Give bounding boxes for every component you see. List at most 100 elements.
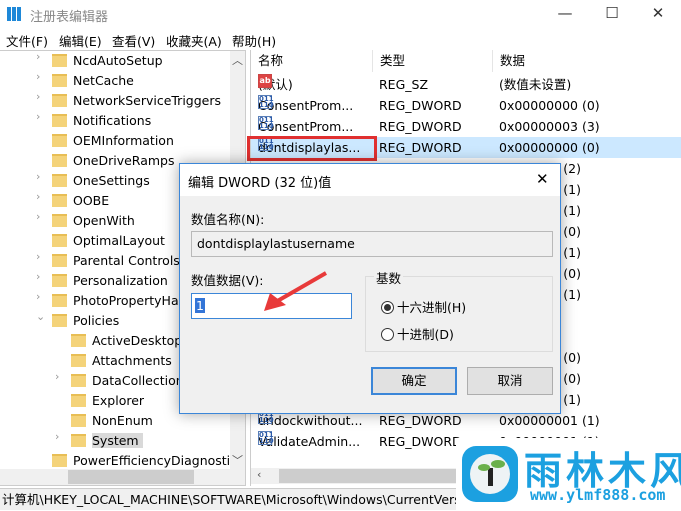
column-header-name[interactable]: 名称 xyxy=(251,50,373,72)
tree-item[interactable]: NonEnum xyxy=(71,411,153,431)
tree-item-label: DataCollection xyxy=(92,373,184,388)
watermark-url: www.ylmf888.com xyxy=(530,486,666,504)
row-data: (1) xyxy=(563,203,581,218)
folder-icon xyxy=(52,54,67,67)
folder-icon xyxy=(71,414,86,427)
hex-label: 十六进制(H) xyxy=(397,300,467,315)
dialog-close-button[interactable]: ✕ xyxy=(536,170,549,188)
value-data-text: 1 xyxy=(195,298,205,313)
dword-value-icon: 011 110 xyxy=(258,431,274,445)
row-data: 0x00000000 (0) xyxy=(499,98,600,113)
folder-icon xyxy=(71,394,86,407)
list-row[interactable]: 011 110 ConsentProm... REG_DWORD 0x00000003… xyxy=(251,116,681,137)
base-group: 基数 十六进制(H) 十进制(D) xyxy=(365,268,553,352)
tree-item[interactable]: PowerEfficiencyDiagnostics xyxy=(52,451,244,471)
tree-item-label: NetworkServiceTriggers xyxy=(73,93,222,108)
tree-horizontal-scrollbar[interactable] xyxy=(0,469,245,485)
tree-item-label: OOBE xyxy=(73,193,110,208)
tree-item[interactable]: Parental Controls xyxy=(52,251,180,271)
tree-item-label: Personalization xyxy=(73,273,168,288)
tree-item[interactable]: DataCollection xyxy=(71,371,184,391)
scroll-thumb[interactable] xyxy=(279,469,479,483)
row-type: REG_DWORD xyxy=(379,98,462,113)
tree-item-label: Attachments xyxy=(92,353,172,368)
minimize-button[interactable]: — xyxy=(550,4,580,22)
tree-item[interactable]: Notifications xyxy=(52,111,151,131)
tree-item[interactable]: Policies xyxy=(52,311,119,331)
tree-item-label: Policies xyxy=(73,313,120,328)
scroll-thumb[interactable] xyxy=(68,470,194,484)
value-name-field: dontdisplaylastusername xyxy=(191,231,553,257)
tree-item[interactable]: OpenWith xyxy=(52,211,135,231)
column-header-type[interactable]: 类型 xyxy=(373,50,493,72)
menu-help[interactable]: 帮助(H) xyxy=(232,31,276,50)
maximize-button[interactable]: ☐ xyxy=(597,4,627,22)
dword-value-icon: 011 110 xyxy=(258,95,274,109)
menu-edit[interactable]: 编辑(E) xyxy=(59,31,102,50)
folder-icon xyxy=(52,94,67,107)
cancel-button[interactable]: 取消 xyxy=(467,367,553,395)
dialog-title-bar: 编辑 DWORD (32 位)值 ✕ xyxy=(180,164,560,196)
tree-item[interactable]: OEMInformation xyxy=(52,131,174,151)
radio-unselected-icon[interactable] xyxy=(381,328,394,341)
value-name-label: 数值名称(N): xyxy=(191,212,265,227)
expand-arrow-icon[interactable]: › xyxy=(36,170,40,183)
scroll-down-icon[interactable]: ﹀ xyxy=(232,452,243,468)
ok-button[interactable]: 确定 xyxy=(371,367,457,395)
scroll-left-icon[interactable]: ‹ xyxy=(257,468,261,481)
expand-arrow-icon[interactable]: › xyxy=(36,190,40,203)
expand-arrow-icon[interactable]: › xyxy=(36,210,40,223)
menu-view[interactable]: 查看(V) xyxy=(112,31,155,50)
highlight-box xyxy=(247,136,377,161)
folder-icon xyxy=(52,274,67,287)
tree-item[interactable]: OneSettings xyxy=(52,171,150,191)
expand-arrow-icon[interactable]: › xyxy=(55,370,59,383)
folder-icon xyxy=(71,374,86,387)
decimal-radio[interactable]: 十进制(D) xyxy=(381,324,454,343)
row-name-cell: 011 110 ConsentProm... xyxy=(258,95,353,116)
tree-item-label: OpenWith xyxy=(73,213,135,228)
menu-file[interactable]: 文件(F) xyxy=(6,31,48,50)
expand-arrow-icon[interactable]: › xyxy=(36,90,40,103)
folder-icon xyxy=(71,354,86,367)
list-row[interactable]: 011 110 ConsentProm... REG_DWORD 0x00000000… xyxy=(251,95,681,116)
expand-arrow-icon[interactable]: › xyxy=(36,50,40,63)
scroll-up-icon[interactable]: ︿ xyxy=(232,52,243,68)
column-header-data[interactable]: 数据 xyxy=(493,50,681,72)
expand-arrow-icon[interactable]: › xyxy=(36,250,40,263)
folder-icon xyxy=(71,334,86,347)
tree-item-label: NonEnum xyxy=(92,413,153,428)
tree-item[interactable]: Attachments xyxy=(71,351,172,371)
tree-item[interactable]: ActiveDesktop xyxy=(71,331,182,351)
expand-arrow-icon[interactable]: › xyxy=(36,270,40,283)
expand-arrow-icon[interactable]: › xyxy=(36,110,40,123)
tree-item[interactable]: Personalization xyxy=(52,271,168,291)
tree-item[interactable]: System xyxy=(71,431,143,451)
radio-selected-icon[interactable] xyxy=(381,301,394,314)
tree-item[interactable]: NcdAutoSetup xyxy=(52,51,163,71)
hex-radio[interactable]: 十六进制(H) xyxy=(381,297,466,316)
row-data: 0x00000000 (0) xyxy=(499,140,600,155)
folder-icon xyxy=(52,254,67,267)
row-type: REG_DWORD xyxy=(379,140,462,155)
tree-item[interactable]: OptimalLayout xyxy=(52,231,165,251)
row-data: (数值未设置) xyxy=(499,77,572,92)
expand-arrow-icon[interactable]: › xyxy=(36,290,40,303)
folder-icon xyxy=(52,74,67,87)
dialog-title: 编辑 DWORD (32 位)值 xyxy=(188,176,332,191)
tree-item[interactable]: NetworkServiceTriggers xyxy=(52,91,221,111)
list-row[interactable]: ab (默认) REG_SZ (数值未设置) xyxy=(251,74,681,95)
tree-item[interactable]: OneDriveRamps xyxy=(52,151,174,171)
regedit-icon xyxy=(7,7,22,21)
logo-icon xyxy=(462,446,518,502)
collapse-arrow-icon[interactable]: ⌄ xyxy=(36,310,45,323)
row-name-cell: 011 110 ValidateAdmin... xyxy=(258,431,360,452)
close-button[interactable]: ✕ xyxy=(643,4,673,22)
menu-favorites[interactable]: 收藏夹(A) xyxy=(166,31,222,50)
tree-item[interactable]: Explorer xyxy=(71,391,144,411)
expand-arrow-icon[interactable]: › xyxy=(36,70,40,83)
string-value-icon: ab xyxy=(258,74,272,88)
tree-item[interactable]: NetCache xyxy=(52,71,134,91)
tree-item[interactable]: OOBE xyxy=(52,191,109,211)
expand-arrow-icon[interactable]: › xyxy=(55,430,59,443)
